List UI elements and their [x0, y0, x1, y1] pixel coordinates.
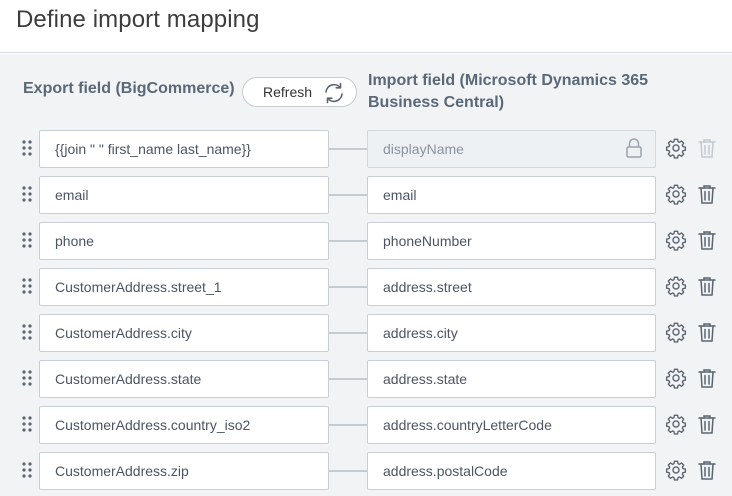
- mapping-connector: [329, 194, 367, 196]
- import-field-input[interactable]: address.city: [367, 314, 656, 352]
- refresh-icon: [325, 82, 343, 104]
- export-field-input[interactable]: CustomerAddress.street_1: [39, 268, 329, 306]
- mapping-row: email email: [0, 176, 732, 214]
- mapping-row: CustomerAddress.country_iso2 address.cou…: [0, 406, 732, 444]
- export-field-input[interactable]: CustomerAddress.zip: [39, 452, 329, 490]
- import-column-title: Import field (Microsoft Dynamics 365 Bus…: [368, 72, 649, 111]
- export-field-input[interactable]: CustomerAddress.state: [39, 360, 329, 398]
- import-field-input[interactable]: address.postalCode: [367, 452, 656, 490]
- gear-icon[interactable]: [665, 321, 687, 343]
- gear-icon[interactable]: [665, 229, 687, 251]
- refresh-button-label: Refresh: [263, 84, 313, 100]
- drag-handle-icon[interactable]: [20, 414, 34, 434]
- gear-icon[interactable]: [665, 275, 687, 297]
- import-field-input[interactable]: address.countryLetterCode: [367, 406, 656, 444]
- mapping-row: CustomerAddress.city address.city: [0, 314, 732, 352]
- export-column-title: Export field (BigCommerce): [23, 80, 235, 97]
- mapping-connector: [329, 470, 367, 472]
- refresh-button[interactable]: Refresh: [242, 77, 357, 107]
- import-field-input[interactable]: address.street: [367, 268, 656, 306]
- export-field-input[interactable]: email: [39, 176, 329, 214]
- drag-handle-icon[interactable]: [20, 460, 34, 480]
- import-field-input[interactable]: email: [367, 176, 656, 214]
- gear-icon[interactable]: [665, 413, 687, 435]
- page-header: Define import mapping: [0, 0, 732, 53]
- mapping-connector: [329, 148, 367, 150]
- trash-icon: [698, 139, 716, 158]
- export-field-input[interactable]: phone: [39, 222, 329, 260]
- export-field-input[interactable]: {{join " " first_name last_name}}: [39, 130, 329, 168]
- mapping-connector: [329, 332, 367, 334]
- trash-icon[interactable]: [697, 367, 717, 389]
- page-title: Define import mapping: [16, 6, 260, 33]
- drag-handle-icon[interactable]: [20, 230, 34, 250]
- drag-handle-icon[interactable]: [20, 276, 34, 296]
- mapping-connector: [329, 424, 367, 426]
- trash-icon[interactable]: [697, 229, 717, 251]
- lock-icon: [626, 138, 642, 158]
- trash-icon[interactable]: [697, 413, 717, 435]
- drag-handle-icon[interactable]: [20, 184, 34, 204]
- import-field-input[interactable]: displayName: [367, 130, 656, 168]
- mapping-row: phone phoneNumber: [0, 222, 732, 260]
- trash-icon[interactable]: [697, 321, 717, 343]
- drag-handle-icon[interactable]: [20, 368, 34, 388]
- drag-handle-icon[interactable]: [20, 322, 34, 342]
- gear-icon[interactable]: [665, 367, 687, 389]
- mapping-row: CustomerAddress.state address.state: [0, 360, 732, 398]
- mapping-row: {{join " " first_name last_name}} displa…: [0, 130, 732, 168]
- mapping-connector: [329, 240, 367, 242]
- mapping-connector: [329, 286, 367, 288]
- trash-icon[interactable]: [697, 183, 717, 205]
- gear-icon[interactable]: [665, 137, 687, 159]
- export-field-input[interactable]: CustomerAddress.country_iso2: [39, 406, 329, 444]
- gear-icon[interactable]: [665, 183, 687, 205]
- trash-icon[interactable]: [697, 275, 717, 297]
- mapping-connector: [329, 378, 367, 380]
- drag-handle-icon[interactable]: [20, 138, 34, 158]
- mapping-row: CustomerAddress.zip address.postalCode: [0, 452, 732, 490]
- export-field-input[interactable]: CustomerAddress.city: [39, 314, 329, 352]
- mapping-panel: Export field (BigCommerce) Refresh Impor…: [0, 54, 732, 496]
- import-field-input[interactable]: phoneNumber: [367, 222, 656, 260]
- mapping-row: CustomerAddress.street_1 address.street: [0, 268, 732, 306]
- gear-icon[interactable]: [665, 459, 687, 481]
- import-field-input[interactable]: address.state: [367, 360, 656, 398]
- trash-icon[interactable]: [697, 459, 717, 481]
